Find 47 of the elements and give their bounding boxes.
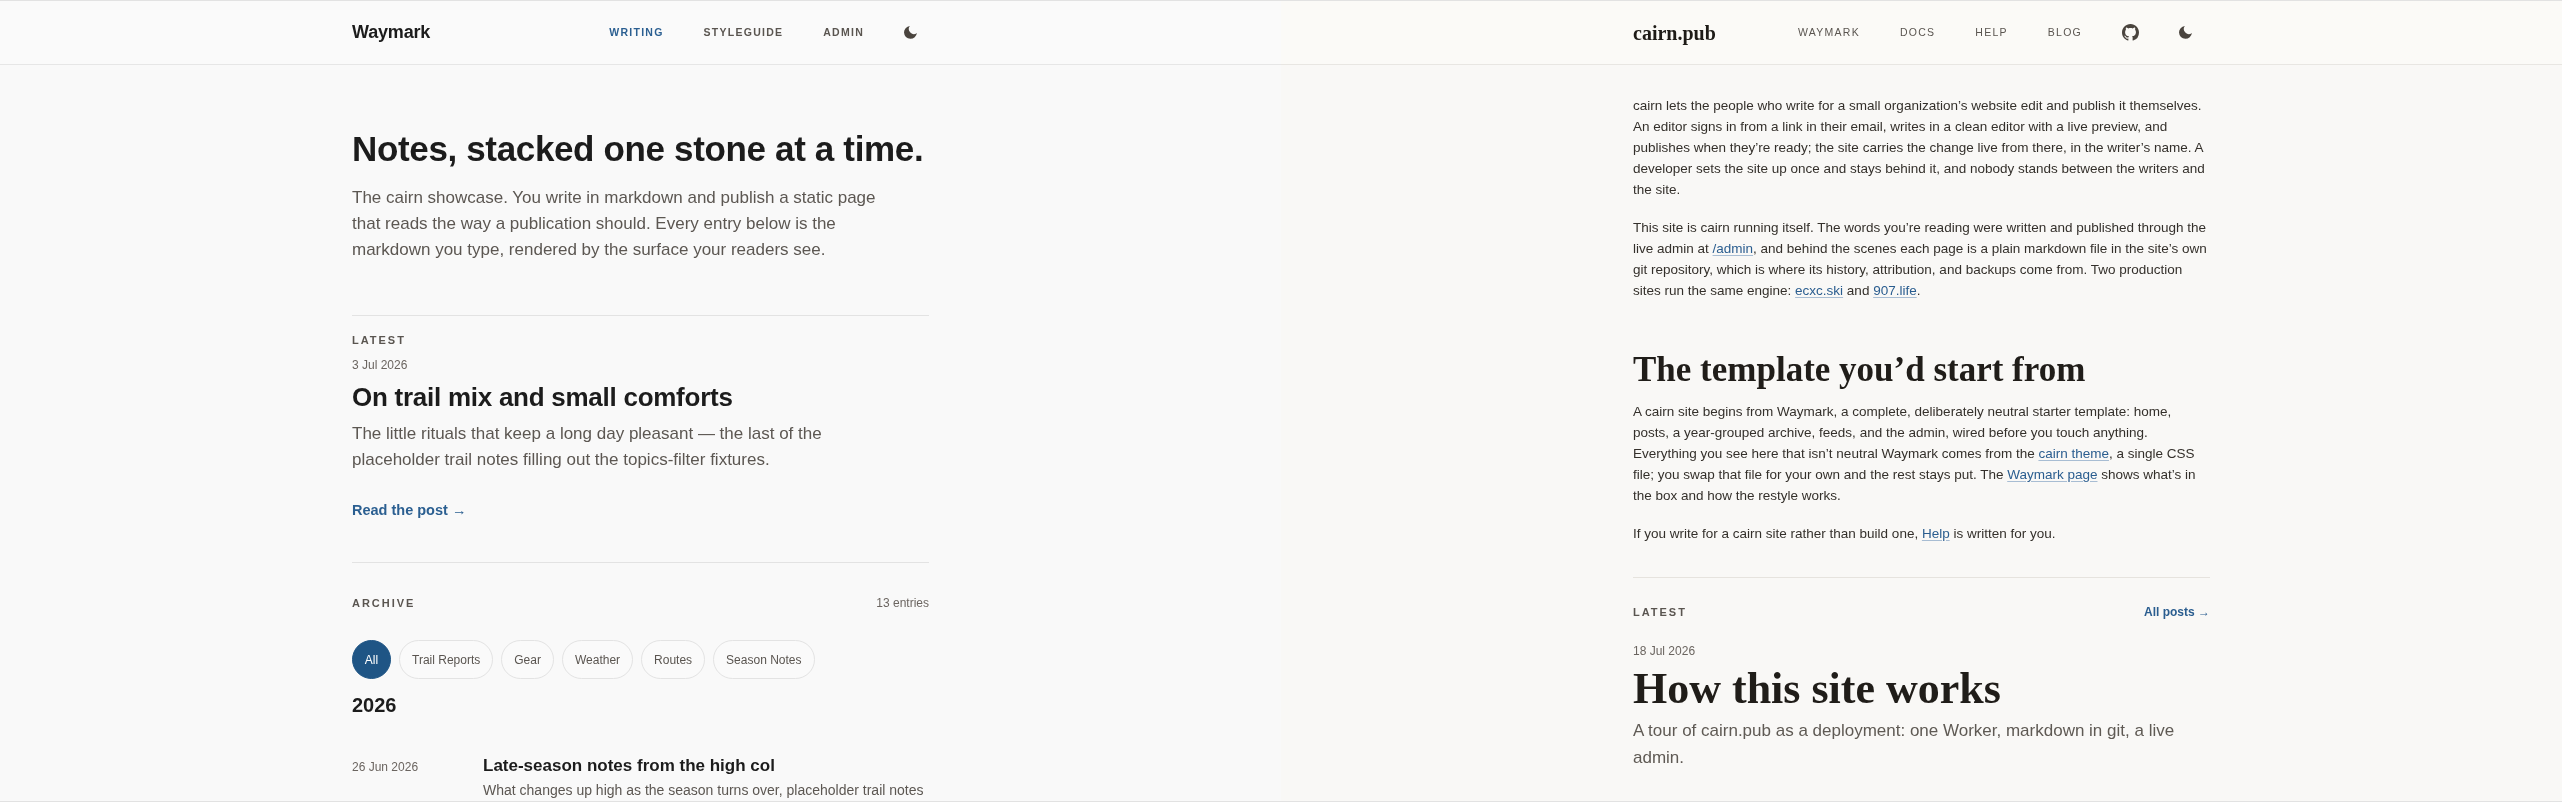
site-logo[interactable]: cairn.pub <box>1633 17 1716 48</box>
github-icon[interactable] <box>2122 24 2139 41</box>
filter-chip[interactable]: Trail Reports <box>399 640 494 679</box>
site-logo[interactable]: Waymark <box>352 19 431 46</box>
nav-link[interactable]: STYLEGUIDE <box>703 24 784 41</box>
paragraph: If you write for a cairn site rather than build one, Help is written for you. <box>1633 525 2057 543</box>
inline-link[interactable]: /admin <box>1712 241 1754 256</box>
section-label: LATEST <box>1633 605 1687 620</box>
section-label: ARCHIVE <box>352 596 416 611</box>
section-label: LATEST <box>352 333 406 348</box>
year-heading: 2026 <box>352 693 397 718</box>
entry-date: 26 Jun 2026 <box>352 759 419 775</box>
inline-link[interactable]: Waymark page <box>2007 467 2098 482</box>
nav-link[interactable]: ADMIN <box>823 24 864 41</box>
paragraph: This site is cairn running itself. The words you’re reading were written and published through the live admin at /admin, and behind the scenes each page is a plain markdown file in the site’s own git repository, which is where its history, attribution, and backups come from. Two production sites run the same engine: ecxc.ski and 907.life. <box>1633 219 2208 300</box>
nav-link[interactable]: BLOG <box>2047 24 2082 41</box>
all-posts-link[interactable]: All posts → <box>2144 604 2210 620</box>
entry-count: 13 entries <box>876 595 929 611</box>
moon-icon[interactable] <box>904 26 917 39</box>
post-date: 3 Jul 2026 <box>352 357 408 373</box>
filter-chip[interactable]: All <box>352 640 391 679</box>
inline-link[interactable]: 907.life <box>1873 283 1917 298</box>
post-summary: A tour of cairn.pub as a deployment: one Worker, markdown in git, a live admin. <box>1633 720 2176 769</box>
filter-chip[interactable]: Season Notes <box>713 640 815 679</box>
section-heading: The template you’d start from <box>1633 349 2086 391</box>
post-summary: The little rituals that keep a long day pleasant — the last of the placeholder trail notes filling out the topics-filter fixtures. <box>352 423 823 471</box>
filter-chip[interactable]: Routes <box>641 640 706 679</box>
nav-link[interactable]: DOCS <box>1899 24 1936 41</box>
page-title: Notes, stacked one stone at a time. <box>352 128 924 170</box>
inline-link[interactable]: Help <box>1921 526 1950 541</box>
nav-link[interactable]: WRITING <box>609 24 664 41</box>
entry-summary: What changes up high as the season turns over, placeholder trail notes <box>483 781 924 800</box>
page-subtitle: The cairn showcase. You write in markdown and publish a static page that reads the way a publication should. Every entry below is the markdown you type, rendered by the surface your readers see. <box>352 187 877 261</box>
filter-chip[interactable]: Weather <box>561 640 634 679</box>
nav-link[interactable]: HELP <box>1975 24 2008 41</box>
moon-icon[interactable] <box>2179 26 2192 39</box>
inline-link[interactable]: ecxc.ski <box>1795 283 1844 298</box>
paragraph: A cairn site begins from Waymark, a complete, deliberately neutral starter template: home, posts, a year-grouped archive, feeds, and the admin, wired before you touch anything. Everything you see here that isn’t neutral Waymark comes from the cairn theme, a single CSS file; you swap that file for your own and the rest stays put. The Waymark page shows what’s in the box and how the restyle works. <box>1633 403 2197 505</box>
post-date: 18 Jul 2026 <box>1633 643 1696 659</box>
paragraph: cairn lets the people who write for a small organization’s website edit and publish it themselves. An editor signs in from a link in their email, writes in a clean editor with a live preview, and publishes when they’re ready; the site carries the change live from there, in the writer’s name. A developer sets the site up once and stays behind it, and nobody stands between the writers and the site. <box>1633 97 2206 199</box>
nav-link[interactable]: WAYMARK <box>1798 24 1860 41</box>
post-title[interactable]: How this site works <box>1633 664 2001 714</box>
filter-chip[interactable]: Gear <box>501 640 554 679</box>
read-post-link[interactable]: Read the post → <box>352 500 467 520</box>
inline-link[interactable]: cairn theme <box>2038 446 2109 461</box>
entry-title[interactable]: Late-season notes from the high col <box>483 754 775 778</box>
post-title[interactable]: On trail mix and small comforts <box>352 380 733 414</box>
